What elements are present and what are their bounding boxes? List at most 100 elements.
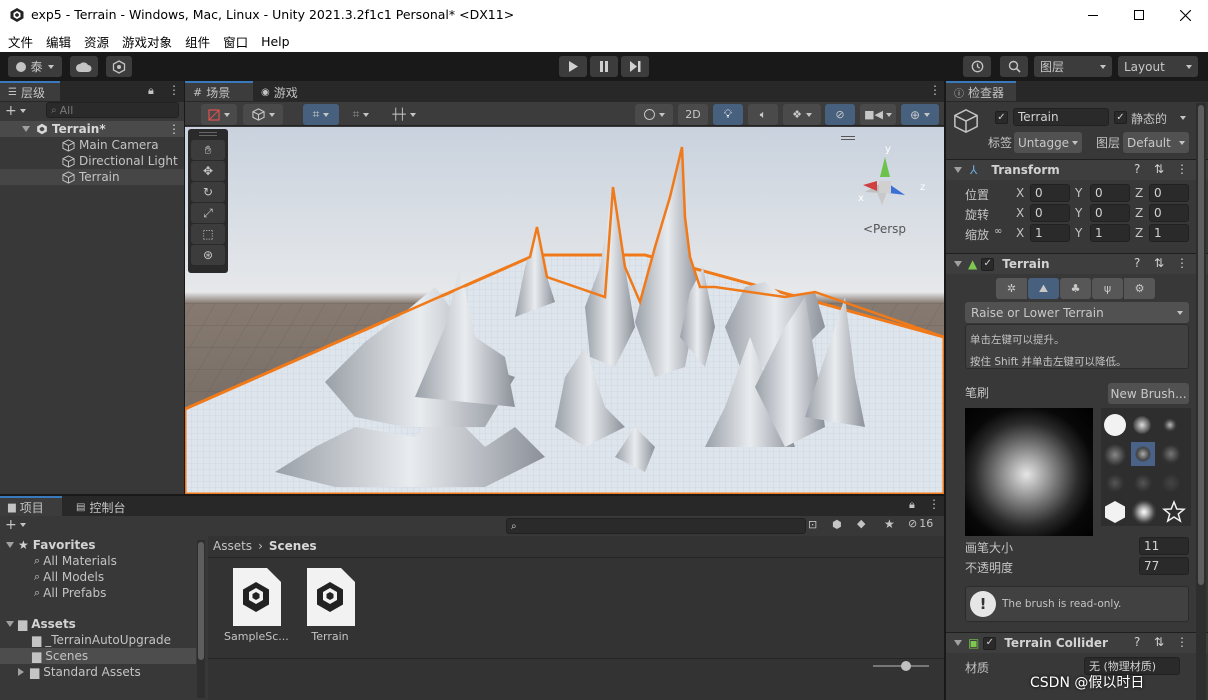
chevron-down-icon[interactable]	[1180, 116, 1186, 120]
transform-tool[interactable]: ⊛	[191, 245, 225, 265]
close-button[interactable]	[1162, 0, 1208, 30]
active-checkbox[interactable]: ✓	[995, 111, 1008, 124]
favorite-star-icon[interactable]: ★	[884, 517, 895, 531]
scene-row[interactable]: Terrain* ⋮	[0, 121, 184, 137]
filter-label-icon[interactable]: ⬢	[832, 518, 842, 531]
brush-swatch[interactable]	[1134, 474, 1152, 492]
grid-toggle[interactable]: ⌗	[303, 104, 339, 125]
rect-tool[interactable]: ⬚	[191, 224, 225, 244]
step-button[interactable]	[621, 56, 649, 77]
breadcrumb-item[interactable]: Scenes	[269, 539, 317, 553]
brush-swatch[interactable]	[1162, 474, 1180, 492]
tab-console[interactable]: ▤ 控制台	[68, 497, 142, 517]
terrain-collider-header[interactable]: ▣ ✓ Terrain Collider ? ⇅ ⋮	[946, 632, 1208, 653]
menu-component[interactable]: 组件	[185, 32, 210, 51]
menu-gameobject[interactable]: 游戏对象	[122, 32, 172, 51]
menu-edit[interactable]: 编辑	[46, 32, 71, 51]
slider-thumb[interactable]	[901, 661, 911, 671]
object-name-input[interactable]: Terrain	[1013, 108, 1109, 126]
paint-trees-tool[interactable]: ♣	[1060, 278, 1091, 299]
hidden-packages-toggle[interactable]: ⊘ 16	[908, 517, 933, 530]
collab-button[interactable]	[106, 56, 132, 77]
move-tool[interactable]: ✥	[191, 161, 225, 181]
menu-file[interactable]: 文件	[8, 32, 33, 51]
expand-arrow-icon[interactable]	[22, 126, 30, 132]
brush-size-input[interactable]: 11	[1139, 537, 1189, 555]
shading-dropdown[interactable]	[635, 104, 673, 125]
scene-more-icon[interactable]: ⋮	[168, 122, 180, 136]
favorites-row[interactable]: ★ Favorites	[6, 537, 95, 553]
static-checkbox[interactable]: ✓	[1114, 111, 1127, 124]
visibility-toggle[interactable]: ⊘	[825, 104, 855, 125]
expand-arrow-icon[interactable]	[6, 542, 14, 548]
more-options-icon[interactable]: ⋮	[928, 497, 940, 511]
brush-swatch[interactable]	[1132, 500, 1156, 524]
hierarchy-item[interactable]: Directional Light	[62, 153, 184, 169]
more-options-icon[interactable]: ⋮	[1176, 635, 1188, 649]
help-icon[interactable]: ?	[1134, 635, 1140, 649]
history-button[interactable]	[963, 56, 991, 77]
rotation-z-input[interactable]: 0	[1149, 204, 1189, 222]
expand-arrow-icon[interactable]	[6, 621, 14, 627]
tag-dropdown[interactable]: Untagge	[1014, 132, 1082, 153]
terrain-enabled-checkbox[interactable]: ✓	[981, 257, 995, 271]
account-dropdown[interactable]: 泰	[8, 56, 62, 77]
brush-swatch-selected[interactable]	[1131, 442, 1155, 466]
help-icon[interactable]: ?	[1134, 256, 1140, 270]
lighting-toggle[interactable]: 💡︎	[713, 104, 743, 125]
favorite-item[interactable]: ⌕ All Prefabs	[34, 585, 106, 601]
more-options-icon[interactable]: ⋮	[929, 83, 941, 97]
expand-arrow-icon[interactable]	[954, 640, 962, 646]
help-icon[interactable]: ?	[1134, 162, 1140, 176]
hand-tool[interactable]: ✋︎	[191, 140, 225, 160]
tab-game[interactable]: ◉ 游戏	[253, 82, 317, 102]
folder-tree-scrollbar[interactable]	[197, 540, 205, 698]
pause-button[interactable]	[590, 56, 618, 77]
scene-asset[interactable]: Terrain	[298, 566, 362, 643]
favorite-item[interactable]: ⌕ All Materials	[34, 553, 117, 569]
asset-folder[interactable]: ▆ _TerrainAutoUpgrade	[32, 632, 171, 648]
tab-project[interactable]: ▆ 项目	[0, 496, 62, 516]
link-icon[interactable]: ∞	[994, 226, 1002, 237]
camera-dropdown[interactable]: ■◀	[860, 104, 896, 125]
paint-terrain-tool[interactable]: ⛰︎	[1028, 278, 1059, 299]
icon-size-slider[interactable]	[873, 661, 929, 671]
breadcrumb-item[interactable]: Assets	[213, 539, 252, 553]
project-search-input[interactable]: ⌕	[506, 518, 806, 534]
menu-window[interactable]: 窗口	[223, 32, 248, 51]
2d-toggle[interactable]: 2D	[678, 104, 708, 125]
brush-swatch[interactable]	[1161, 444, 1181, 464]
draw-mode-dropdown[interactable]	[201, 104, 237, 125]
expand-arrow-icon[interactable]	[954, 261, 962, 267]
brush-swatch[interactable]	[1133, 416, 1151, 434]
hierarchy-item[interactable]: Main Camera	[62, 137, 184, 153]
lock-icon[interactable]: 🔒︎	[148, 84, 154, 98]
layer-dropdown[interactable]: Default	[1123, 132, 1189, 153]
gizmos-dropdown[interactable]: ⊕	[901, 104, 939, 125]
brush-swatch[interactable]	[1104, 414, 1126, 436]
scale-x-input[interactable]: 1	[1030, 224, 1070, 242]
star-brush-icon[interactable]	[1162, 500, 1186, 524]
menu-assets[interactable]: 资源	[84, 32, 109, 51]
audio-toggle[interactable]: 🔈︎	[748, 104, 778, 125]
favorite-item[interactable]: ⌕ All Models	[34, 569, 104, 585]
expand-arrow-icon[interactable]	[18, 668, 24, 676]
collider-enabled-checkbox[interactable]: ✓	[983, 636, 997, 650]
tab-hierarchy[interactable]: ☰ 层级	[0, 81, 60, 101]
transform-header[interactable]: ⅄ Transform ? ⇅ ⋮	[946, 159, 1208, 180]
presets-icon[interactable]: ⇅	[1154, 635, 1164, 649]
persp-label[interactable]: <Persp	[863, 222, 906, 236]
position-y-input[interactable]: 0	[1090, 184, 1130, 202]
terrain-header[interactable]: ▲ ✓ Terrain ? ⇅ ⋮	[946, 253, 1208, 274]
tag-icon[interactable]: ◆	[857, 517, 865, 530]
tab-inspector[interactable]: ⓘ 检查器	[946, 81, 1016, 101]
scale-y-input[interactable]: 1	[1090, 224, 1130, 242]
asset-folder[interactable]: ▆ Standard Assets	[18, 664, 141, 680]
more-options-icon[interactable]: ⋮	[1176, 256, 1188, 270]
brush-swatch[interactable]	[1104, 444, 1126, 466]
brush-swatch[interactable]	[1163, 418, 1177, 432]
search-button[interactable]	[1000, 56, 1028, 77]
hexagon-brush-icon[interactable]	[1103, 500, 1127, 524]
cloud-button[interactable]	[70, 56, 98, 77]
more-options-icon[interactable]: ⋮	[168, 83, 180, 97]
